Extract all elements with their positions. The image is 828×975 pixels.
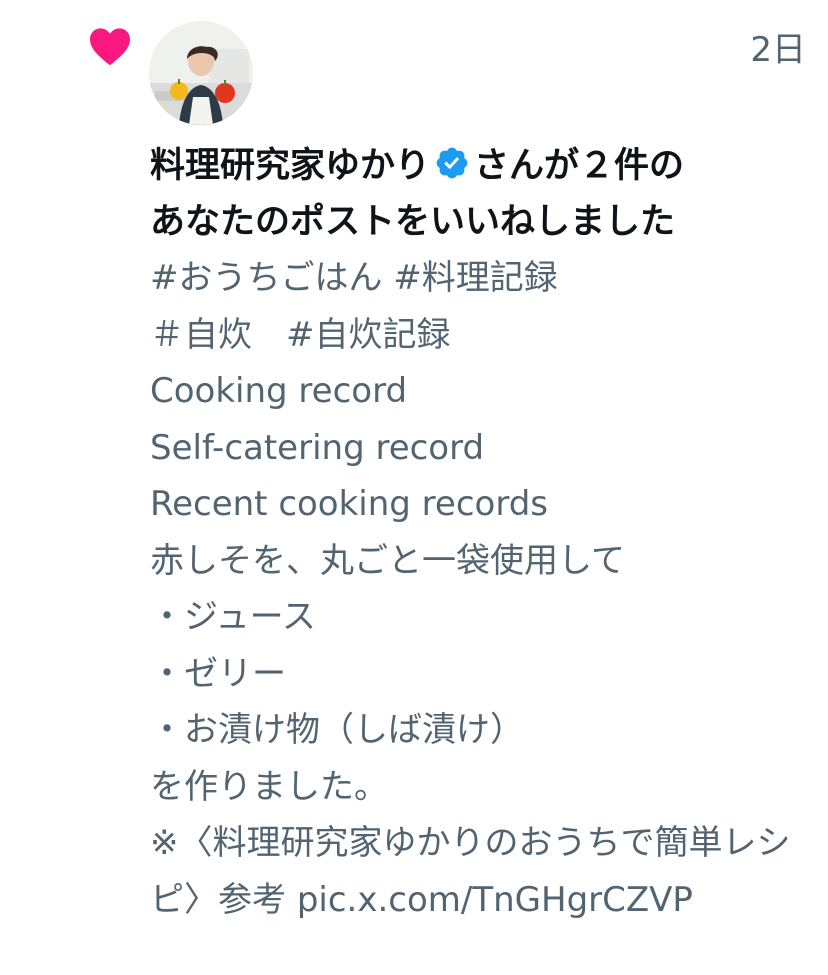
- pic-link[interactable]: pic.x.com/TnGHgrCZVP: [297, 880, 693, 920]
- notification-content: 料理研究家ゆかり さんが２件のあなたのポストをいいねしました #おうちごはん #料…: [150, 138, 818, 928]
- post-text[interactable]: #おうちごはん #料理記録 ＃自炊 #自炊記録 Cooking record S…: [150, 250, 818, 928]
- heart-icon: [88, 26, 132, 66]
- post-line: ・ゼリー: [150, 653, 286, 694]
- post-line: ・ジュース: [150, 597, 316, 637]
- post-line: Recent cooking records: [150, 484, 549, 524]
- post-line: ＃自炊 #自炊記録: [150, 314, 451, 355]
- post-line: ※〈料理研究家ゆかりのおうちで簡単レシピ〉参考 pic.x.com/TnGHgr…: [150, 815, 818, 928]
- action-text-1: さんが２件の: [474, 146, 685, 186]
- action-text-2: あなたのポストをいいねしました: [150, 202, 676, 242]
- verified-badge-icon: [434, 145, 470, 181]
- notification-headline: 料理研究家ゆかり さんが２件のあなたのポストをいいねしました: [150, 138, 818, 250]
- timestamp[interactable]: 2日: [750, 30, 806, 70]
- post-line: 赤しそを、丸ごと一袋使用して: [150, 540, 625, 581]
- post-line: ・お漬け物（しば漬け）: [150, 710, 524, 750]
- post-line: Self-catering record: [150, 427, 485, 468]
- user-name[interactable]: 料理研究家ゆかり: [150, 146, 430, 186]
- avatar[interactable]: [149, 21, 253, 125]
- like-notification[interactable]: 2日 料理研究家ゆかり さんが２件のあなたのポストをいいねしました #おうちごはん…: [0, 0, 828, 975]
- post-line: #おうちごはん #料理記録: [150, 258, 558, 298]
- post-line: Cooking record: [150, 371, 408, 411]
- post-line: を作りました。: [150, 766, 388, 807]
